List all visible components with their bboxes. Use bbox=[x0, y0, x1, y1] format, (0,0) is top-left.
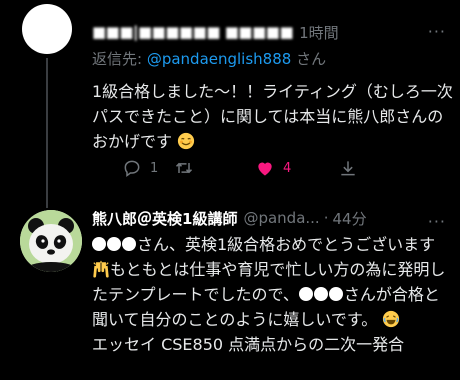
tweet-2[interactable]: 熊八郎＠英検1級講師 @panda... · 44分 さん、英検1級合格おめでと… bbox=[0, 200, 460, 380]
tweet-1[interactable]: ■■■|■■■■■■ ■■■■■ 1時間 返信先: @pandaenglish8… bbox=[0, 0, 460, 208]
more-icon[interactable]: ··· bbox=[428, 212, 446, 231]
redacted-dot bbox=[107, 237, 121, 251]
tweet-text-a: さん、英検1級合格おめでとうございます bbox=[137, 235, 436, 254]
timestamp[interactable]: 1時間 bbox=[299, 22, 339, 43]
redacted-dot bbox=[298, 287, 313, 301]
author-name[interactable]: 熊八郎＠英検1級講師 bbox=[92, 208, 237, 229]
share-button[interactable] bbox=[338, 158, 358, 178]
reply-icon bbox=[124, 160, 140, 177]
reply-count: 1 bbox=[150, 160, 159, 176]
reply-to-prefix: 返信先: bbox=[92, 50, 147, 68]
redacted-dot bbox=[313, 287, 328, 301]
reply-button[interactable]: 1 bbox=[122, 158, 158, 178]
reply-to: 返信先: @pandaenglish888 さん bbox=[92, 48, 454, 69]
tweet-text: さん、英検1級合格おめでとうございます もともとは仕事や育児で忙しい方の為に発明… bbox=[92, 232, 454, 357]
tweet-actions: 1 4 bbox=[92, 158, 422, 184]
smile-emoji bbox=[178, 132, 195, 150]
like-count: 4 bbox=[283, 160, 292, 176]
retweet-icon bbox=[175, 162, 193, 174]
reply-mention-link[interactable]: @pandaenglish888 bbox=[147, 50, 291, 68]
separator-dot: · bbox=[323, 209, 329, 227]
redacted-dot bbox=[122, 237, 136, 251]
heart-icon bbox=[258, 162, 272, 176]
laugh-emoji bbox=[383, 310, 400, 328]
author-handle[interactable]: @panda... bbox=[243, 209, 319, 227]
retweet-button[interactable] bbox=[174, 158, 194, 178]
tweet-text-d: エッセイ CSE850 点満点からの二次一発合 bbox=[92, 335, 405, 354]
avatar[interactable] bbox=[22, 4, 72, 54]
panda-avatar-image bbox=[20, 210, 82, 272]
thread-line bbox=[46, 58, 48, 208]
tweet-text-content: 1級合格しました〜！！ライティング（むしろ一次パスできたこと）に関しては本当に熊… bbox=[92, 82, 453, 151]
author-name[interactable]: ■■■|■■■■■■ ■■■■■ bbox=[92, 23, 294, 41]
reply-to-suffix: さん bbox=[291, 50, 327, 68]
tweet-header: ■■■|■■■■■■ ■■■■■ 1時間 bbox=[92, 20, 454, 44]
redacted-dot bbox=[328, 287, 343, 301]
like-button[interactable]: 4 bbox=[255, 158, 291, 178]
redacted-dot bbox=[92, 237, 106, 251]
timestamp[interactable]: 44分 bbox=[332, 208, 366, 229]
tweet-text: 1級合格しました〜！！ライティング（むしろ一次パスできたこと）に関しては本当に熊… bbox=[92, 79, 454, 154]
more-icon[interactable]: ··· bbox=[428, 22, 446, 41]
avatar[interactable] bbox=[20, 210, 82, 272]
raised-hands-emoji bbox=[93, 260, 109, 278]
tweet-header: 熊八郎＠英検1級講師 @panda... · 44分 bbox=[92, 206, 454, 230]
share-icon bbox=[341, 161, 355, 176]
